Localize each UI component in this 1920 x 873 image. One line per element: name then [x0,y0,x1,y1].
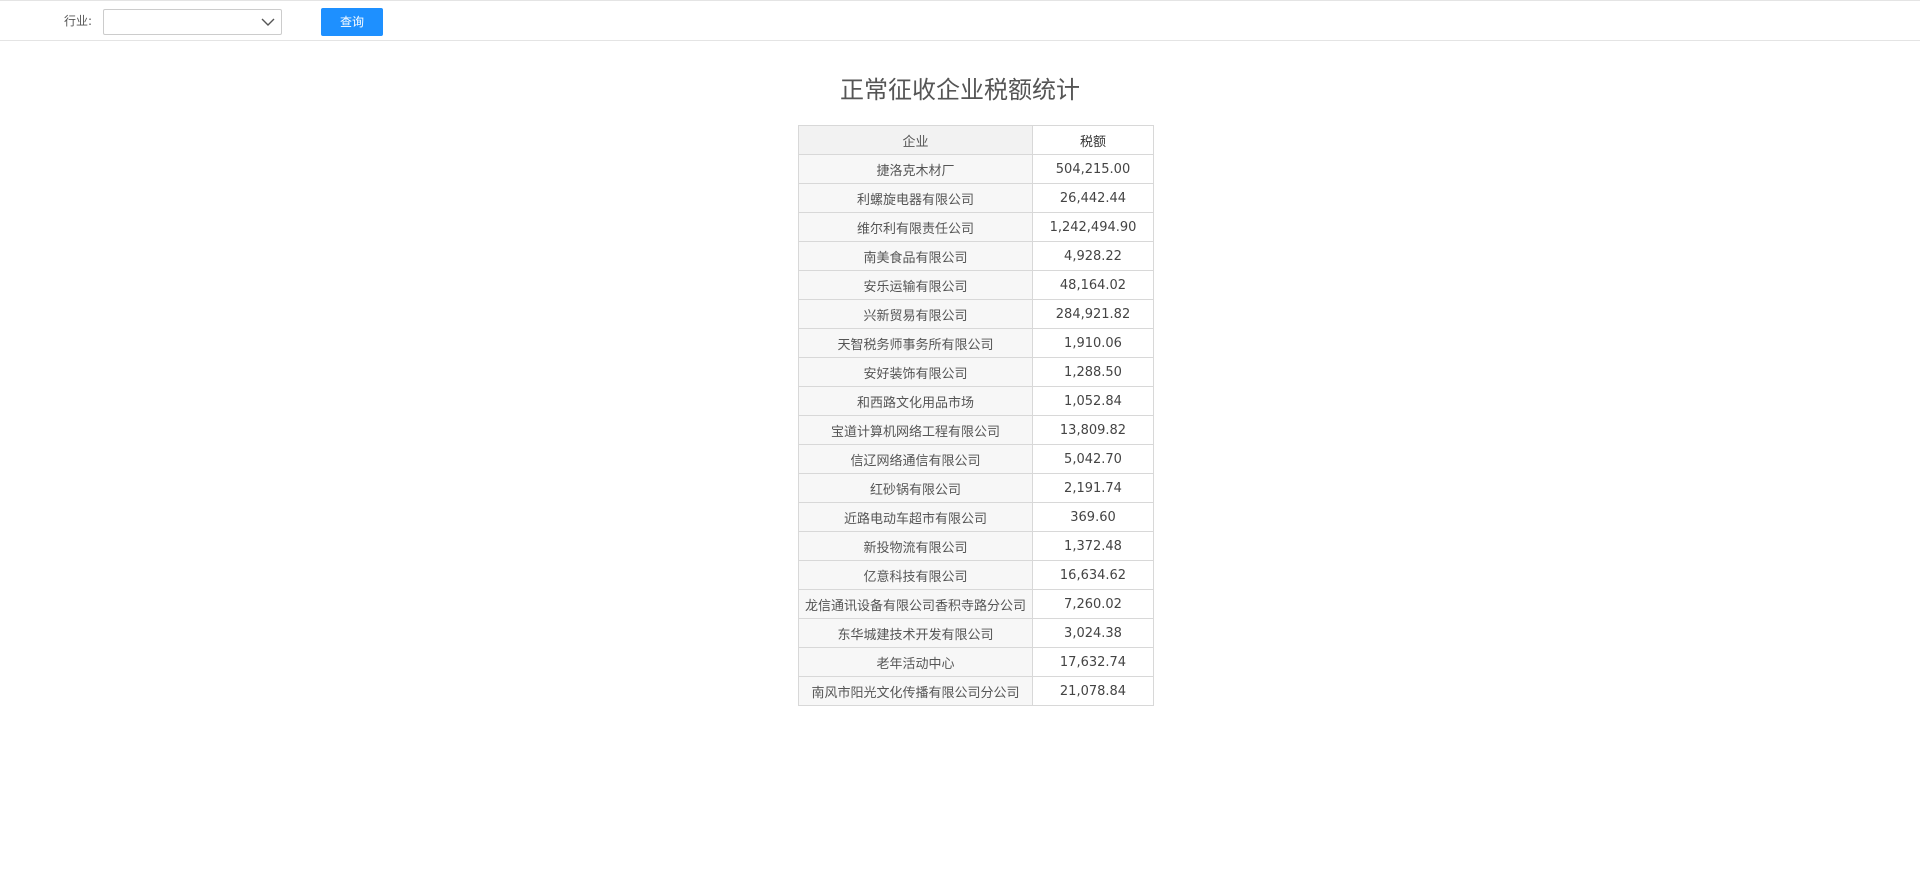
table-row: 东华城建技术开发有限公司 3,024.38 [798,618,1154,648]
company-cell: 信辽网络通信有限公司 [798,444,1033,474]
filter-toolbar: 行业: 查询 [0,0,1920,41]
company-cell: 安乐运输有限公司 [798,270,1033,300]
tax-cell: 7,260.02 [1032,589,1154,619]
table-row: 维尔利有限责任公司 1,242,494.90 [798,212,1154,242]
column-header-tax: 税额 [1032,125,1154,155]
tax-cell: 1,372.48 [1032,531,1154,561]
table-row: 兴新贸易有限公司 284,921.82 [798,299,1154,329]
industry-select[interactable] [103,9,282,35]
table-row: 亿意科技有限公司 16,634.62 [798,560,1154,590]
table-row: 利螺旋电器有限公司 26,442.44 [798,183,1154,213]
tax-cell: 1,910.06 [1032,328,1154,358]
tax-cell: 21,078.84 [1032,676,1154,706]
tax-cell: 48,164.02 [1032,270,1154,300]
tax-cell: 1,242,494.90 [1032,212,1154,242]
tax-cell: 369.60 [1032,502,1154,532]
tax-cell: 13,809.82 [1032,415,1154,445]
table-row: 老年活动中心 17,632.74 [798,647,1154,677]
company-cell: 宝道计算机网络工程有限公司 [798,415,1033,445]
tax-cell: 3,024.38 [1032,618,1154,648]
query-button[interactable]: 查询 [321,8,383,36]
tax-cell: 5,042.70 [1032,444,1154,474]
table-row: 新投物流有限公司 1,372.48 [798,531,1154,561]
table-row: 龙信通讯设备有限公司香积寺路分公司 7,260.02 [798,589,1154,619]
company-cell: 亿意科技有限公司 [798,560,1033,590]
tax-cell: 17,632.74 [1032,647,1154,677]
table-row: 安乐运输有限公司 48,164.02 [798,270,1154,300]
company-cell: 红砂锅有限公司 [798,473,1033,503]
tax-cell: 1,052.84 [1032,386,1154,416]
chevron-down-icon [261,18,275,26]
company-cell: 维尔利有限责任公司 [798,212,1033,242]
table-row: 南美食品有限公司 4,928.22 [798,241,1154,271]
company-cell: 近路电动车超市有限公司 [798,502,1033,532]
table-row: 红砂锅有限公司 2,191.74 [798,473,1154,503]
table-row: 捷洛克木材厂 504,215.00 [798,154,1154,184]
company-cell: 龙信通讯设备有限公司香积寺路分公司 [798,589,1033,619]
table-row: 宝道计算机网络工程有限公司 13,809.82 [798,415,1154,445]
company-cell: 安好装饰有限公司 [798,357,1033,387]
table-header-row: 企业 税额 [798,125,1154,155]
table-row: 近路电动车超市有限公司 369.60 [798,502,1154,532]
company-cell: 新投物流有限公司 [798,531,1033,561]
company-cell: 南风市阳光文化传播有限公司分公司 [798,676,1033,706]
company-cell: 和西路文化用品市场 [798,386,1033,416]
table-row: 信辽网络通信有限公司 5,042.70 [798,444,1154,474]
tax-cell: 26,442.44 [1032,183,1154,213]
tax-cell: 284,921.82 [1032,299,1154,329]
tax-cell: 1,288.50 [1032,357,1154,387]
report-title: 正常征收企业税额统计 [840,76,1080,104]
company-cell: 兴新贸易有限公司 [798,299,1033,329]
table-row: 安好装饰有限公司 1,288.50 [798,357,1154,387]
company-cell: 利螺旋电器有限公司 [798,183,1033,213]
company-cell: 南美食品有限公司 [798,241,1033,271]
tax-cell: 504,215.00 [1032,154,1154,184]
company-cell: 老年活动中心 [798,647,1033,677]
industry-label: 行业: [64,14,93,28]
column-header-company: 企业 [798,125,1033,155]
tax-table: 企业 税额 捷洛克木材厂 504,215.00 利螺旋电器有限公司 26,442.44… [798,125,1154,706]
table-body: 捷洛克木材厂 504,215.00 利螺旋电器有限公司 26,442.44 维尔利有限责… [798,154,1154,706]
table-row: 天智税务师事务所有限公司 1,910.06 [798,328,1154,358]
company-cell: 东华城建技术开发有限公司 [798,618,1033,648]
tax-cell: 2,191.74 [1032,473,1154,503]
tax-cell: 4,928.22 [1032,241,1154,271]
company-cell: 捷洛克木材厂 [798,154,1033,184]
company-cell: 天智税务师事务所有限公司 [798,328,1033,358]
table-row: 和西路文化用品市场 1,052.84 [798,386,1154,416]
tax-cell: 16,634.62 [1032,560,1154,590]
table-row: 南风市阳光文化传播有限公司分公司 21,078.84 [798,676,1154,706]
